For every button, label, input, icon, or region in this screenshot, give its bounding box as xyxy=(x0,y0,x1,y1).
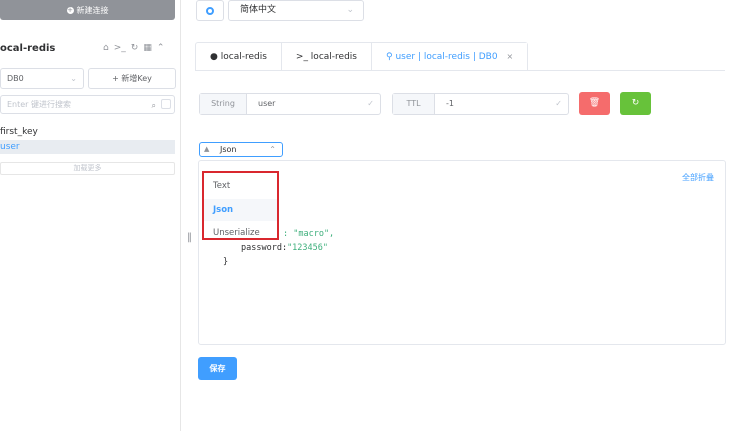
trash-icon: 🗑 xyxy=(588,98,601,108)
ttl-field[interactable]: TTL -1 ✓ xyxy=(392,93,569,115)
check-icon[interactable]: ✓ xyxy=(555,94,562,114)
format-icon: ▲ xyxy=(204,145,210,153)
language-select-value: 简体中文 xyxy=(240,5,277,15)
key-type-label: String xyxy=(200,94,247,114)
load-more-button[interactable]: 加载更多 xyxy=(0,162,175,175)
radio-dot-icon xyxy=(206,7,214,15)
home-icon[interactable]: ⌂ xyxy=(103,43,109,53)
code-key: password: xyxy=(241,243,288,253)
code-line: password:"123456" xyxy=(241,243,328,253)
chevron-up-icon: ⌃ xyxy=(269,145,276,154)
db-select-value: DB0 xyxy=(7,74,24,83)
search-placeholder: Enter 键进行搜索 xyxy=(7,100,72,109)
splitter-handle[interactable]: ‖ xyxy=(187,232,192,243)
language-select[interactable]: 简体中文 ⌄ xyxy=(228,0,364,21)
code-text: : "macro", xyxy=(283,229,335,239)
format-option-unserialize[interactable]: Unserialize xyxy=(213,228,260,238)
chevron-down-icon: ⌄ xyxy=(70,74,77,83)
code-value: "123456" xyxy=(287,243,329,253)
tab-label: local-redis xyxy=(220,52,267,62)
tab-connection-info[interactable]: ● local-redis xyxy=(196,43,282,71)
format-select-value: Json xyxy=(220,145,237,154)
key-list-item-selected[interactable]: user xyxy=(0,140,175,154)
code-line: } xyxy=(223,257,229,267)
key-search-input[interactable]: Enter 键进行搜索 ⌕ xyxy=(0,95,175,114)
new-connection-label: 新建连接 xyxy=(76,5,109,15)
chevron-down-icon: ⌄ xyxy=(346,5,354,15)
connection-toolbar: ⌂ >_ ↻ ▦ ⌃ xyxy=(103,43,164,53)
key-name-field[interactable]: String user ✓ xyxy=(199,93,381,115)
save-button[interactable]: 保存 xyxy=(198,357,237,380)
chevron-up-icon[interactable]: ⌃ xyxy=(157,43,165,53)
code-line: : "macro", xyxy=(283,229,334,239)
new-key-button[interactable]: + 新增Key xyxy=(88,68,176,89)
tab-label: user | local-redis | DB0 xyxy=(395,52,498,62)
connection-name[interactable]: ocal-redis xyxy=(0,43,55,54)
db-select[interactable]: DB0 ⌄ xyxy=(0,68,84,89)
ttl-label: TTL xyxy=(393,94,435,114)
tab-console[interactable]: >_ local-redis xyxy=(282,43,372,71)
grid-icon[interactable]: ▦ xyxy=(143,43,152,53)
collapse-all-link[interactable]: 全部折叠 xyxy=(682,172,714,183)
refresh-icon: ↻ xyxy=(631,98,640,108)
new-connection-button[interactable]: + 新建连接 xyxy=(0,0,175,20)
check-icon[interactable]: ✓ xyxy=(367,94,374,114)
format-option-text[interactable]: Text xyxy=(213,181,230,191)
close-icon[interactable]: × xyxy=(506,52,513,61)
tab-divider xyxy=(195,70,725,71)
delete-key-button[interactable]: 🗑 xyxy=(579,92,610,115)
tab-key-detail[interactable]: ⚲ user | local-redis | DB0 × xyxy=(371,43,528,71)
tab-label: >_ local-redis xyxy=(295,52,357,62)
sidebar: + 新建连接 ocal-redis ⌂ >_ ↻ ▦ ⌃ DB0 ⌄ + 新增K… xyxy=(0,0,181,431)
refresh-key-button[interactable]: ↻ xyxy=(620,92,651,115)
ttl-value[interactable]: -1 xyxy=(446,94,454,114)
key-icon: ⚲ xyxy=(385,52,393,62)
refresh-icon[interactable]: ↻ xyxy=(131,43,139,53)
tab-bar: ● local-redis >_ local-redis ⚲ user | lo… xyxy=(195,42,529,71)
format-dropdown-menu: Text Json Unserialize xyxy=(202,171,279,240)
key-name-value[interactable]: user xyxy=(258,94,275,114)
format-option-json[interactable]: Json xyxy=(213,205,233,215)
search-icon[interactable]: ⌕ xyxy=(152,97,156,114)
terminal-icon[interactable]: >_ xyxy=(114,43,126,53)
plus-circle-icon: + xyxy=(66,5,74,14)
exact-search-checkbox[interactable] xyxy=(161,99,171,109)
format-select[interactable]: ▲ Json ⌃ xyxy=(199,142,283,157)
key-list-item[interactable]: first_key xyxy=(0,125,175,139)
language-radio[interactable] xyxy=(196,0,224,21)
info-icon: ● xyxy=(210,52,218,62)
